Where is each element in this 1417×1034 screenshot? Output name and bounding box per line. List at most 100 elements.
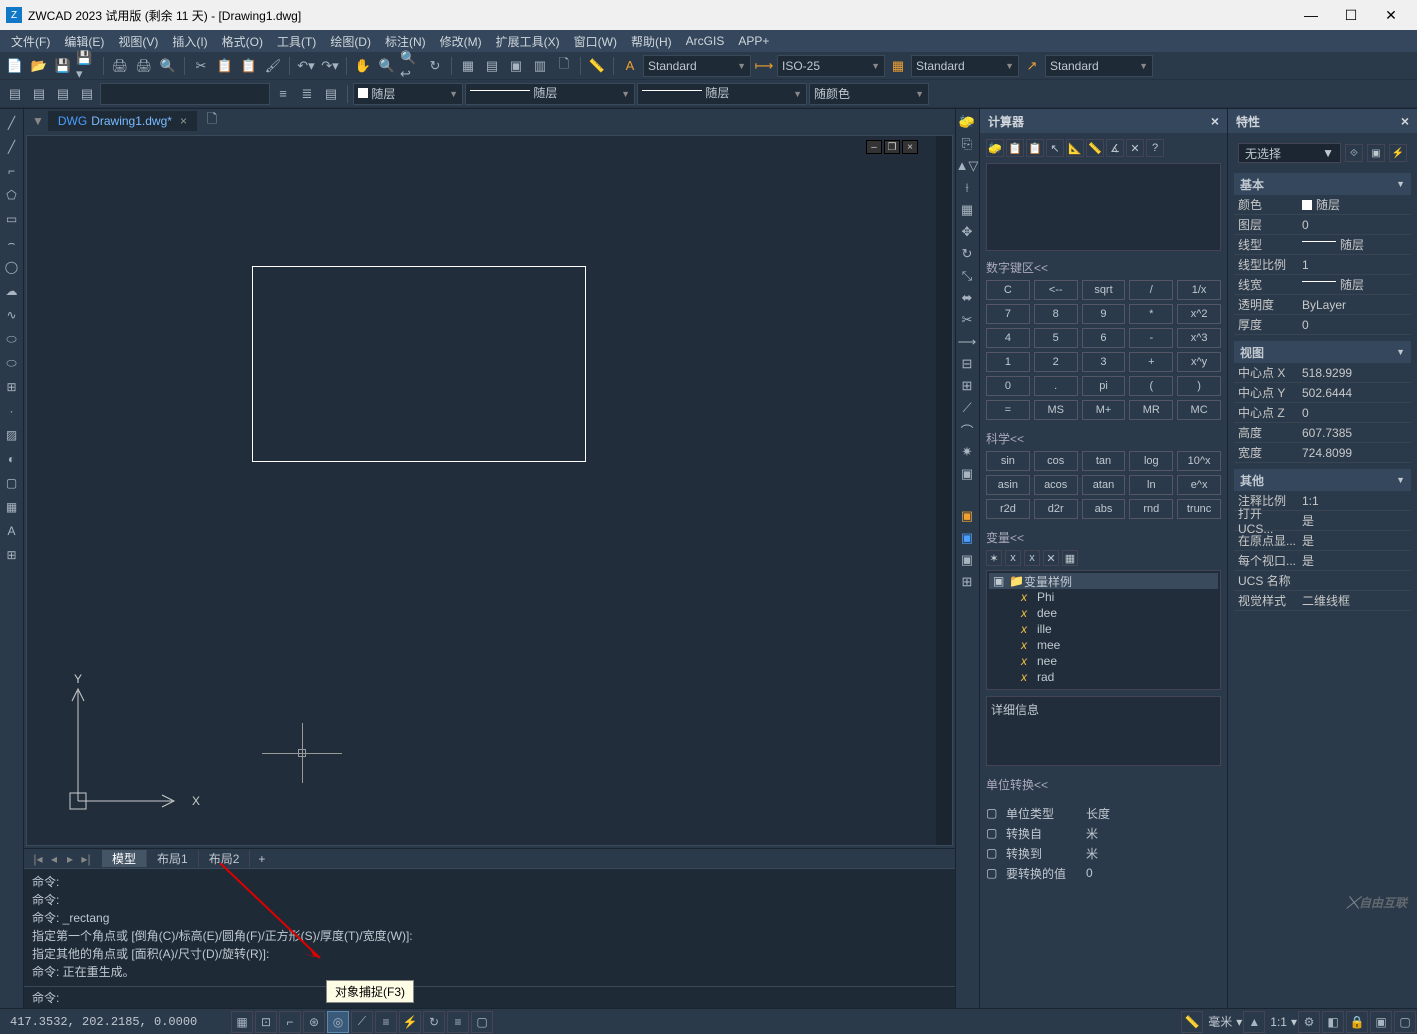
calc-tb-5[interactable]: 📐 — [1066, 139, 1084, 157]
selection-dropdown[interactable]: 无选择▼ — [1238, 143, 1341, 163]
textstyle-icon[interactable]: A — [619, 55, 641, 77]
laymatch[interactable]: ≡ — [272, 83, 294, 105]
calc-key[interactable]: 8 — [1034, 304, 1078, 324]
new-tab-button[interactable]: 🗋 — [201, 110, 223, 132]
zoom-button[interactable]: 🔍 — [376, 55, 398, 77]
calc-key[interactable]: * — [1129, 304, 1173, 324]
prop-section-head[interactable]: 基本▼ — [1234, 173, 1411, 195]
unit-row[interactable]: ▢转换到米 — [986, 843, 1221, 863]
break-tool[interactable]: ⊟ — [956, 353, 978, 375]
properties-button[interactable]: ▤ — [481, 55, 503, 77]
numpad-head[interactable]: 数字键区<< — [986, 259, 1221, 276]
line-tool[interactable]: ╱ — [1, 112, 23, 134]
prop-row[interactable]: 线宽 随层 — [1234, 275, 1411, 295]
calc-key[interactable]: x^3 — [1177, 328, 1221, 348]
sb-snap[interactable]: ⊡ — [255, 1011, 277, 1033]
zoom-prev-button[interactable]: 🔍↩ — [400, 55, 422, 77]
measure-button[interactable]: 📏 — [586, 55, 608, 77]
calc-key[interactable]: MS — [1034, 400, 1078, 420]
calc-sci-key[interactable]: e^x — [1177, 475, 1221, 495]
matchprop-button[interactable]: 🖌 — [262, 55, 284, 77]
prop-row[interactable]: UCS 名称 — [1234, 571, 1411, 591]
lineweight-select[interactable]: 随层▼ — [637, 83, 807, 105]
calc-key[interactable]: <-- — [1034, 280, 1078, 300]
gradient-tool[interactable]: ◐ — [1, 448, 23, 470]
calc-key[interactable]: 7 — [986, 304, 1030, 324]
sb-iso[interactable]: ◧ — [1322, 1011, 1344, 1033]
sb-max[interactable]: ▣ — [1370, 1011, 1392, 1033]
undo-button[interactable]: ↶▾ — [295, 55, 317, 77]
calc-key[interactable]: + — [1129, 352, 1173, 372]
prop-close-icon[interactable]: × — [1401, 113, 1409, 129]
calc-tb-3[interactable]: 📋 — [1026, 139, 1044, 157]
calc-tb-1[interactable]: 🧽 — [986, 139, 1004, 157]
tab-last[interactable]: ▸| — [78, 852, 94, 866]
prop-quick-2[interactable]: ▣ — [1367, 144, 1385, 162]
designcenter-button[interactable]: ▣ — [505, 55, 527, 77]
calc-tb-8[interactable]: ✕ — [1126, 139, 1144, 157]
ellipse-tool[interactable]: ⬭ — [1, 328, 23, 350]
calc-key[interactable]: sqrt — [1082, 280, 1126, 300]
dimstyle-select[interactable]: ISO-25▼ — [777, 55, 885, 77]
calc-tb-6[interactable]: 📏 — [1086, 139, 1104, 157]
layout-tab[interactable]: 模型 — [102, 850, 147, 867]
command-input[interactable]: 命令: — [24, 986, 955, 1008]
variable-row[interactable]: x rad — [989, 669, 1218, 685]
linetype-select[interactable]: 随层▼ — [465, 83, 635, 105]
calc-key[interactable]: - — [1129, 328, 1173, 348]
variable-row[interactable]: x mee — [989, 637, 1218, 653]
tablestyle-select[interactable]: Standard▼ — [911, 55, 1019, 77]
open-button[interactable]: 📂 — [28, 55, 50, 77]
calc-sci-key[interactable]: ln — [1129, 475, 1173, 495]
sb-otrack[interactable]: ⟋ — [351, 1011, 373, 1033]
prop-row[interactable]: 厚度0 — [1234, 315, 1411, 335]
var-tb-1[interactable]: ✶ — [986, 550, 1002, 566]
sb-model[interactable]: ▢ — [471, 1011, 493, 1033]
polygon-tool[interactable]: ⬠ — [1, 184, 23, 206]
pan-button[interactable]: ✋ — [352, 55, 374, 77]
minimize-button[interactable]: — — [1291, 0, 1331, 30]
menu-item[interactable]: 修改(M) — [433, 33, 489, 50]
calc-key[interactable]: = — [986, 400, 1030, 420]
sb-ortho[interactable]: ⌐ — [279, 1011, 301, 1033]
spline-tool[interactable]: ∿ — [1, 304, 23, 326]
variable-tree[interactable]: ▣📁 变量样例 x Phix deex illex meex neex rad — [986, 570, 1221, 690]
calc-key[interactable]: . — [1034, 376, 1078, 396]
join-tool[interactable]: ⊞ — [956, 375, 978, 397]
calc-sci-key[interactable]: r2d — [986, 499, 1030, 519]
plotcolor-select[interactable]: 随颜色▼ — [809, 83, 929, 105]
menu-item[interactable]: 绘图(D) — [323, 33, 378, 50]
layer-select[interactable] — [100, 83, 270, 105]
calc-key[interactable]: 9 — [1082, 304, 1126, 324]
calc-key[interactable]: pi — [1082, 376, 1126, 396]
prop-row[interactable]: 在原点显...是 — [1234, 531, 1411, 551]
menu-item[interactable]: ArcGIS — [679, 34, 732, 48]
drawing-canvas[interactable]: – ❐ × Y X — [27, 136, 936, 845]
sb-lwt[interactable]: ≡ — [375, 1011, 397, 1033]
prop-row[interactable]: 高度607.7385 — [1234, 423, 1411, 443]
calc-key[interactable]: 4 — [986, 328, 1030, 348]
preview-button[interactable]: 🔍 — [157, 55, 179, 77]
calc-sci-key[interactable]: rnd — [1129, 499, 1173, 519]
tab-next[interactable]: ▸ — [62, 852, 78, 866]
smartplot-button[interactable]: 🖨 — [109, 55, 131, 77]
explode-tool[interactable]: ✷ — [956, 441, 978, 463]
hatch-tool[interactable]: ▨ — [1, 424, 23, 446]
array-tool[interactable]: ▦ — [956, 199, 978, 221]
rect-tool[interactable]: ▭ — [1, 208, 23, 230]
layer-off[interactable]: ▤ — [52, 83, 74, 105]
maximize-button[interactable]: ☐ — [1331, 0, 1371, 30]
layer-iso[interactable]: ▤ — [28, 83, 50, 105]
arc-tool[interactable]: ⌢ — [1, 232, 23, 254]
prop-row[interactable]: 每个视口...是 — [1234, 551, 1411, 571]
calc-key[interactable]: 0 — [986, 376, 1030, 396]
variable-row[interactable]: x dee — [989, 605, 1218, 621]
calc-key[interactable]: 6 — [1082, 328, 1126, 348]
canvas-close[interactable]: × — [902, 140, 918, 154]
menu-item[interactable]: 视图(V) — [111, 33, 165, 50]
var-tb-5[interactable]: ▦ — [1062, 550, 1078, 566]
tab-first[interactable]: |◂ — [30, 852, 46, 866]
calc-key[interactable]: ( — [1129, 376, 1173, 396]
sb-clean[interactable]: ▢ — [1394, 1011, 1416, 1033]
move-tool[interactable]: ✥ — [956, 221, 978, 243]
